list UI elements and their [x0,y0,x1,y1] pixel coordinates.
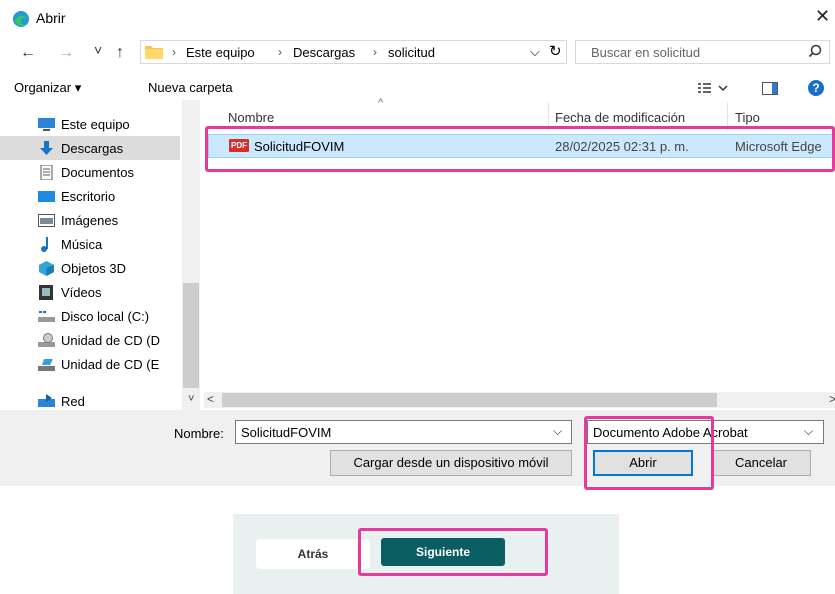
nav-item-este-equipo[interactable]: Este equipo [38,113,130,135]
column-header-type[interactable]: Tipo [735,110,760,125]
nav-label: Imágenes [61,212,119,228]
edge-logo-icon [12,10,30,28]
filename-label: Nombre: [174,426,224,441]
nav-label: Unidad de CD (E [61,356,160,372]
drive-icon [38,310,55,322]
scroll-right-arrow[interactable]: > [829,392,835,406]
nav-item-escritorio[interactable]: Escritorio [38,185,115,207]
nav-scrollbar-thumb[interactable] [183,283,199,388]
up-button[interactable]: ↑ [116,44,124,62]
back-button[interactable]: ← [20,44,36,62]
column-header-date[interactable]: Fecha de modificación [555,110,685,125]
list-scrollbar-thumb[interactable] [222,393,717,407]
help-button[interactable]: ? [808,80,824,96]
nav-item-unidad-cd-e[interactable]: Unidad de CD (E [38,353,159,375]
nav-label: Este equipo [61,116,130,132]
nav-item-red[interactable]: Red [38,390,85,412]
download-icon [40,140,53,155]
documents-icon [40,164,53,180]
nav-label: Escritorio [61,188,116,204]
breadcrumb-separator: › [373,45,377,59]
highlight-selected-file [205,126,835,172]
search-icon[interactable] [808,44,822,58]
organize-button[interactable]: Organizar ▾ [14,80,81,96]
computer-icon [38,117,55,131]
videos-icon [39,284,53,300]
refresh-button[interactable]: ↻ [549,42,562,60]
nav-label: Red [61,393,85,409]
breadcrumb-este-equipo[interactable]: Este equipo [186,45,255,60]
nav-label: Objetos 3D [61,260,127,276]
nav-label: Disco local (C:) [61,308,150,324]
nav-label: Unidad de CD (D [61,332,160,348]
chevron-down-icon[interactable]: ⌵ [553,424,562,439]
cd-drive-icon [38,332,55,347]
nav-item-imagenes[interactable]: Imágenes [38,209,118,231]
filename-value: SolicitudFOVIM [241,425,332,440]
view-options-icon[interactable] [698,82,728,94]
breadcrumb-separator: › [278,45,282,59]
nav-label: Vídeos [61,284,102,300]
scroll-left-arrow[interactable]: < [207,392,214,406]
nav-item-objetos-3d[interactable]: Objetos 3D [38,257,126,279]
back-form-button[interactable]: Atrás [256,539,370,569]
cancel-button[interactable]: Cancelar [711,450,811,476]
address-dropdown-button[interactable]: ⌵ [530,44,540,60]
recent-locations-button[interactable]: ˅ [94,42,102,58]
desktop-icon [38,190,55,202]
dialog-title: Abrir [36,10,66,26]
music-icon [41,236,48,252]
objects3d-icon [39,260,54,276]
highlight-next-button [358,528,548,576]
scroll-down-arrow[interactable]: ˅ [188,393,194,405]
nav-label: Música [61,236,103,252]
new-folder-button[interactable]: Nueva carpeta [148,80,233,95]
nav-label: Descargas [61,140,124,156]
chevron-down-icon[interactable]: ⌵ [804,424,813,439]
folder-icon [144,43,164,60]
close-button[interactable]: ✕ [815,6,830,27]
nav-item-descargas[interactable]: Descargas [38,137,123,159]
breadcrumb-separator: › [172,45,176,59]
pictures-icon [38,213,55,227]
highlight-open-button [584,416,714,490]
column-header-name[interactable]: Nombre [228,110,274,125]
nav-item-disco-local[interactable]: Disco local (C:) [38,305,149,327]
sort-ascending-icon: ^ [378,97,384,109]
breadcrumb-solicitud[interactable]: solicitud [388,45,435,60]
nav-item-videos[interactable]: Vídeos [38,281,101,303]
upload-from-mobile-button[interactable]: Cargar desde un dispositivo móvil [330,450,572,476]
preview-pane-icon[interactable] [762,82,778,95]
search-placeholder: Buscar en solicitud [591,45,701,60]
nav-item-documentos[interactable]: Documentos [38,161,134,183]
nav-item-unidad-cd-d[interactable]: Unidad de CD (D [38,329,160,351]
cd-drive-icon [38,358,55,371]
title-bar [0,0,835,38]
network-icon [38,393,55,407]
breadcrumb-descargas[interactable]: Descargas [293,45,355,60]
nav-item-musica[interactable]: Música [38,233,102,255]
forward-button[interactable]: → [58,44,74,62]
nav-label: Documentos [61,164,134,180]
